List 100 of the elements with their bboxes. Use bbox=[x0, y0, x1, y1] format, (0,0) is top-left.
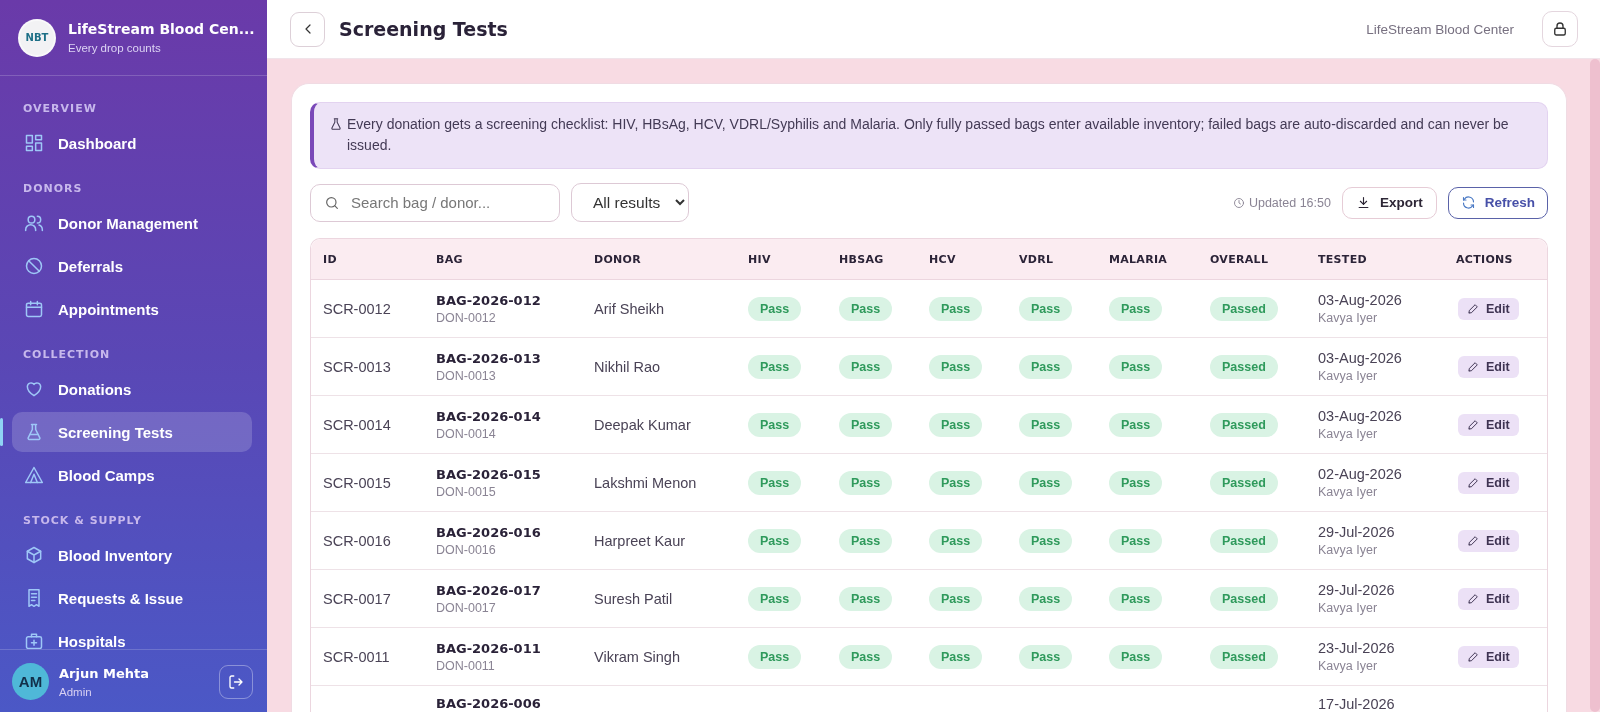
pencil-icon bbox=[1467, 418, 1480, 431]
grid-icon bbox=[24, 133, 44, 153]
status-pill: Pass bbox=[1019, 586, 1073, 611]
table-cell: SCR-0013 bbox=[323, 358, 391, 375]
page-title: Screening Tests bbox=[339, 18, 508, 40]
bag-number: BAG-2026-015 bbox=[436, 466, 541, 482]
bag-number: BAG-2026-017 bbox=[436, 582, 541, 598]
tester-name: Kavya Iyer bbox=[1318, 601, 1378, 615]
logout-button[interactable] bbox=[219, 664, 253, 699]
table-cell: SCR-0015 bbox=[323, 474, 391, 491]
notice-text: Every donation gets a screening checklist: HIV, HBsAg, HCV, VDRL/Syphilis and Malaria. Only fully passed bags enter available inventory; failed bags are auto-discarded and can never be issued. bbox=[347, 115, 1510, 155]
donor-id: DON-0011 bbox=[436, 658, 495, 673]
status-pill: Pass bbox=[748, 586, 802, 611]
nav-item[interactable]: Appointments bbox=[12, 289, 252, 329]
export-button[interactable]: Export bbox=[1341, 186, 1437, 219]
edit-button[interactable]: Edit bbox=[1458, 297, 1519, 320]
tested-date: 23-Jul-2026 bbox=[1318, 640, 1395, 656]
tester-name: Kavya Iyer bbox=[1318, 311, 1378, 325]
status-pill: Pass bbox=[1109, 586, 1163, 611]
refresh-button[interactable]: Refresh bbox=[1447, 186, 1548, 219]
edit-button[interactable]: Edit bbox=[1458, 645, 1519, 668]
donor-id: DON-0012 bbox=[436, 310, 496, 325]
flask-icon bbox=[329, 117, 343, 131]
status-pill: Pass bbox=[839, 354, 893, 379]
result-filter-dropdown[interactable]: All results bbox=[571, 183, 689, 222]
scrollbar[interactable] bbox=[1590, 59, 1600, 712]
nav-item[interactable]: Requests & Issue bbox=[12, 578, 252, 618]
nav-item[interactable]: Donations bbox=[12, 369, 252, 409]
status-pill: Pass bbox=[1109, 528, 1163, 553]
table-cell: SCR-0017 bbox=[323, 590, 391, 607]
clock-icon bbox=[1232, 196, 1245, 209]
lock-button[interactable] bbox=[1542, 11, 1578, 47]
bag-number: BAG-2026-016 bbox=[436, 524, 541, 540]
edit-button[interactable]: Edit bbox=[1458, 587, 1519, 610]
status-pill: Passed bbox=[1210, 296, 1278, 321]
search-field[interactable]: Search bag / donor... bbox=[310, 183, 560, 222]
status-pill: Pass bbox=[748, 412, 802, 437]
bag-number: BAG-2026-014 bbox=[436, 408, 541, 424]
status-pill: Passed bbox=[1210, 412, 1278, 437]
status-pill: Pass bbox=[929, 296, 983, 321]
table-cell: SCR-0011 bbox=[323, 648, 390, 665]
status-pill: Pass bbox=[748, 644, 802, 669]
column-header: DONOR bbox=[593, 252, 642, 266]
donor-name: Vikram Singh bbox=[594, 648, 680, 665]
status-pill: Passed bbox=[1210, 528, 1278, 553]
nav-item[interactable]: Hospitals bbox=[12, 621, 252, 649]
tester-name: Kavya Iyer bbox=[1318, 485, 1378, 499]
tester-name: Kavya Iyer bbox=[1318, 427, 1378, 441]
nav-item[interactable]: Blood Inventory bbox=[12, 535, 252, 575]
edit-button[interactable]: Edit bbox=[1458, 355, 1519, 378]
column-header: OVERALL bbox=[1209, 252, 1270, 266]
status-pill: Pass bbox=[1109, 470, 1163, 495]
table-cell: SCR-0016 bbox=[323, 532, 391, 549]
nav-item[interactable]: Donor Management bbox=[12, 203, 252, 243]
status-pill: Pass bbox=[839, 528, 893, 553]
nav-item[interactable]: Blood Camps bbox=[12, 455, 252, 495]
pencil-icon bbox=[1467, 534, 1480, 547]
pencil-icon bbox=[1467, 650, 1480, 663]
donor-id: DON-0016 bbox=[436, 542, 496, 557]
donor-id: DON-0015 bbox=[436, 484, 496, 499]
user-name: Arjun Mehta bbox=[59, 665, 149, 681]
tested-date: 29-Jul-2026 bbox=[1318, 582, 1395, 598]
status-pill: Pass bbox=[1019, 470, 1073, 495]
tested-date: 03-Aug-2026 bbox=[1318, 292, 1402, 308]
user-role: Admin bbox=[59, 685, 93, 698]
status-pill: Pass bbox=[1019, 296, 1073, 321]
column-header: ID bbox=[322, 252, 338, 266]
tested-date: 02-Aug-2026 bbox=[1318, 466, 1402, 482]
status-pill: Pass bbox=[1109, 354, 1163, 379]
column-header: MALARIA bbox=[1108, 252, 1169, 266]
status-pill: Pass bbox=[1019, 528, 1073, 553]
center-name: LifeStream Blood Center bbox=[1366, 21, 1514, 37]
status-pill: Pass bbox=[839, 644, 893, 669]
pencil-icon bbox=[1467, 302, 1480, 315]
status-pill: Passed bbox=[1210, 354, 1278, 379]
donor-name: Lakshmi Menon bbox=[594, 474, 697, 491]
status-pill: Pass bbox=[1019, 354, 1073, 379]
section-heading: STOCK & SUPPLY bbox=[22, 513, 143, 529]
tested-date: 03-Aug-2026 bbox=[1318, 408, 1402, 424]
donor-id: DON-0014 bbox=[436, 426, 496, 441]
cube-icon bbox=[24, 545, 44, 565]
edit-button[interactable]: Edit bbox=[1458, 529, 1519, 552]
column-header: TESTED bbox=[1317, 252, 1368, 266]
nav-item[interactable]: Dashboard bbox=[12, 123, 252, 163]
status-pill: Pass bbox=[1109, 644, 1163, 669]
section-heading: DONORS bbox=[22, 181, 84, 197]
bag-number: BAG-2026-013 bbox=[436, 350, 541, 366]
edit-button[interactable]: Edit bbox=[1458, 471, 1519, 494]
edit-button[interactable]: Edit bbox=[1458, 413, 1519, 436]
status-pill: Pass bbox=[929, 644, 983, 669]
user-avatar: AM bbox=[12, 663, 49, 700]
status-pill: Pass bbox=[1109, 412, 1163, 437]
column-header: HCV bbox=[928, 252, 957, 266]
donor-name: Nikhil Rao bbox=[594, 358, 661, 375]
updated-time: Updated 16:50 bbox=[1248, 195, 1331, 210]
status-pill: Pass bbox=[929, 528, 983, 553]
status-pill: Pass bbox=[929, 470, 983, 495]
status-pill: Pass bbox=[748, 296, 802, 321]
nav-item[interactable]: Deferrals bbox=[12, 246, 252, 286]
download-icon bbox=[1355, 195, 1371, 210]
